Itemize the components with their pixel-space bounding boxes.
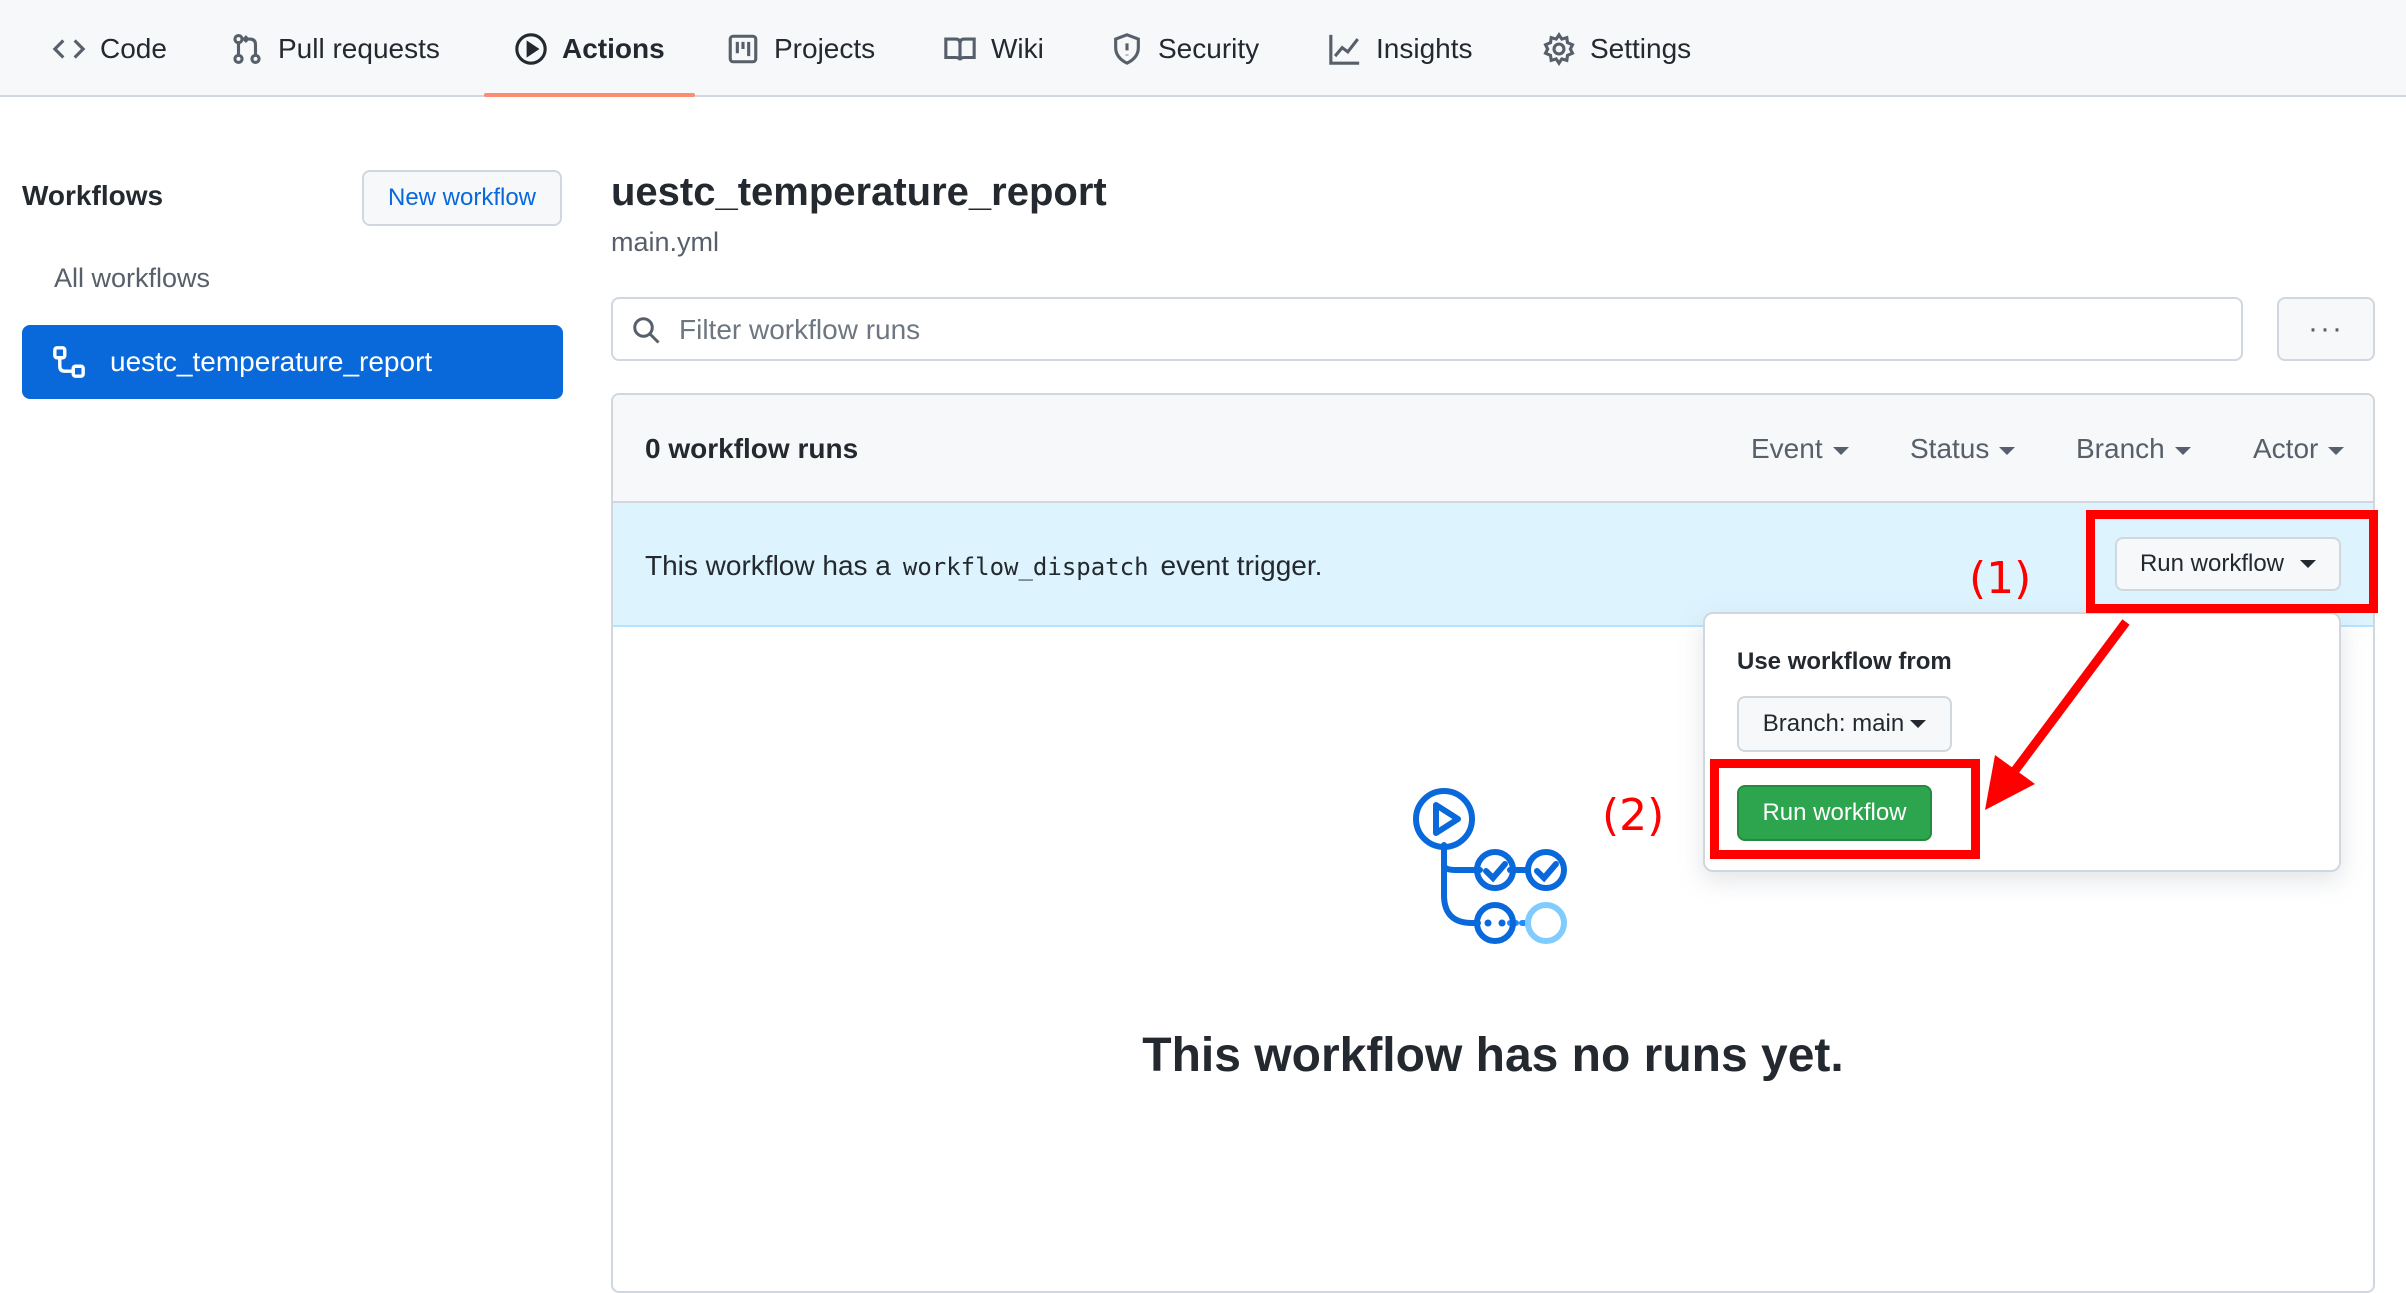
workflow-graph-icon <box>1413 788 1567 944</box>
more-options-button[interactable]: ··· <box>2277 297 2375 361</box>
dispatch-suffix: event trigger. <box>1160 550 1323 581</box>
caret-down-icon <box>1832 446 1849 455</box>
popover-heading: Use workflow from <box>1737 648 1952 675</box>
active-tab-indicator <box>484 93 695 97</box>
tab-insights[interactable]: Insights <box>1328 0 1473 97</box>
branch-select-button[interactable]: Branch: main <box>1737 696 1952 752</box>
caret-down-icon <box>2174 446 2191 455</box>
search-icon <box>633 317 660 344</box>
dropdown-label: Actor <box>2253 433 2319 464</box>
filter-box <box>611 297 2243 361</box>
annotation-box-1 <box>2086 510 2378 613</box>
code-icon <box>52 38 86 59</box>
event-filter-dropdown[interactable]: Event <box>1751 433 1849 465</box>
caret-down-icon <box>1999 446 2016 455</box>
dropdown-label: Branch <box>2076 433 2165 464</box>
status-filter-dropdown[interactable]: Status <box>1910 433 2016 465</box>
new-workflow-button[interactable]: New workflow <box>362 170 562 226</box>
tab-label: Actions <box>562 32 665 64</box>
tab-label: Projects <box>774 32 876 64</box>
tab-label: Code <box>100 32 167 64</box>
sidebar-heading: Workflows <box>22 180 164 211</box>
workflow-file-link[interactable]: main.yml <box>611 227 719 258</box>
sidebar-item-label: uestc_temperature_report <box>110 346 433 377</box>
tab-code[interactable]: Code <box>52 0 167 97</box>
workflow-icon <box>53 346 85 378</box>
tab-label: Wiki <box>991 32 1044 64</box>
tab-label: Insights <box>1376 32 1473 64</box>
play-icon <box>515 32 547 65</box>
annotation-label-1: (1) <box>1969 553 2032 604</box>
runs-header: 0 workflow runs Event Status Branch Acto… <box>613 395 2373 503</box>
annotation-box-2 <box>1710 759 1980 859</box>
branch-label: Branch: main <box>1762 710 1905 737</box>
dropdown-label: Event <box>1751 433 1823 464</box>
sidebar-item-all-workflows[interactable]: All workflows <box>54 263 210 294</box>
sidebar-item-active-workflow[interactable]: uestc_temperature_report <box>22 325 563 399</box>
book-icon <box>944 37 976 60</box>
tab-label: Pull requests <box>278 32 440 64</box>
runs-count: 0 workflow runs <box>645 433 859 464</box>
caret-down-icon <box>2328 446 2345 455</box>
tab-pull-requests[interactable]: Pull requests <box>230 0 440 97</box>
project-board-icon <box>728 34 758 63</box>
tab-projects[interactable]: Projects <box>726 0 875 97</box>
shield-icon <box>1114 32 1140 65</box>
dropdown-label: Status <box>1910 433 1990 464</box>
repo-nav: Code Pull requests Actions Projects Wiki… <box>0 0 2406 97</box>
tab-wiki[interactable]: Wiki <box>943 0 1044 97</box>
empty-state-title: This workflow has no runs yet. <box>1142 1029 1844 1082</box>
annotation-label-2: (2) <box>1602 790 1665 841</box>
dispatch-prefix: This workflow has a <box>645 550 891 581</box>
dispatch-code: workflow_dispatch <box>902 553 1149 581</box>
graph-icon <box>1329 34 1360 65</box>
filter-input[interactable] <box>677 307 2221 353</box>
caret-down-icon <box>1910 720 1927 728</box>
tab-label: Security <box>1158 32 1260 64</box>
tab-settings[interactable]: Settings <box>1542 0 1691 97</box>
tab-label: Settings <box>1590 32 1692 64</box>
workflow-title: uestc_temperature_report <box>611 170 1107 214</box>
pull-request-icon <box>233 33 261 64</box>
branch-filter-dropdown[interactable]: Branch <box>2076 433 2191 465</box>
tab-security[interactable]: Security <box>1110 0 1259 97</box>
tab-actions[interactable]: Actions <box>514 0 665 97</box>
actor-filter-dropdown[interactable]: Actor <box>2253 433 2345 465</box>
dispatch-message: This workflow has a workflow_dispatch even… <box>645 550 1322 582</box>
gear-icon <box>1543 31 1575 66</box>
